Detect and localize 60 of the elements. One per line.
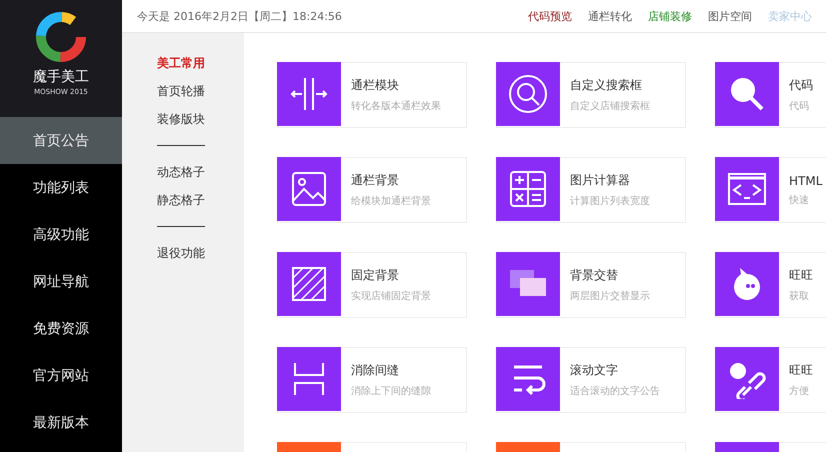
search-icon [508,74,548,114]
logo-icon [36,12,86,62]
feature-card[interactable]: 通栏模块 转化各版本通栏效果 [277,62,467,128]
sidebar-item[interactable]: 功能列表 [0,164,122,211]
card-title: 旺旺 [789,267,813,284]
card-title: 自定义搜索框 [570,77,643,94]
subnav-link[interactable]: 退役功能 [157,239,244,267]
card-title: 通栏模块 [351,77,400,94]
date-text: 今天是 2016年2月2日【周二】18:24:56 [137,8,342,24]
card-description: 代码 [789,100,810,113]
card-title: 背景交替 [570,267,619,284]
feature-card[interactable]: 旺旺 获取 [715,252,826,318]
sidebar-item[interactable]: 官方网站 [0,352,122,399]
card-title: 滚动文字 [570,362,619,379]
top-link[interactable]: 代码预览 [528,8,572,24]
subnav-link[interactable]: 动态格子 [157,158,244,186]
feature-card[interactable]: 固定背景 实现店铺固定背景 [277,252,467,318]
feature-card[interactable]: 旺旺 方便 [715,347,826,413]
sidebar-item[interactable]: 网址导航 [0,258,122,305]
subnav-link[interactable]: 首页轮播 [157,77,244,105]
card-description: 实现店铺固定背景 [351,290,431,303]
feature-card[interactable]: HTML 快速 [715,157,826,223]
image-icon [289,169,329,209]
feature-card[interactable]: 通栏背景 给模块加通栏背景 [277,157,467,223]
card-title: 图片计算器 [570,172,631,189]
subnav-link[interactable]: 美工常用 [157,49,244,77]
card-description: 自定义店铺搜索框 [570,100,650,113]
card-title: 固定背景 [351,267,400,284]
card-description: 获取 [789,290,810,303]
subnav-link[interactable]: 静态格子 [157,186,244,214]
card-description: 适合滚动的文字公告 [570,384,660,398]
feature-card[interactable]: 代码 代码 [715,62,826,128]
feature-card[interactable]: 图片计算器 计算图片列表宽度 [496,157,686,223]
card-description: 两层图片交替显示 [570,290,650,303]
card-description: 计算图片列表宽度 [570,194,650,208]
card-description: 给模块加通栏背景 [351,194,431,208]
feature-card[interactable]: 消除间缝 消除上下间的缝隙 [277,347,467,413]
calculator-icon [508,169,548,209]
top-link[interactable]: 店铺装修 [648,8,692,24]
subnav-link[interactable]: 装修版块 [157,105,244,133]
card-description: 消除上下间的缝隙 [351,384,431,398]
logo-title: 魔手美工 [33,68,89,86]
card-title: 消除间缝 [351,362,400,379]
card-description: 快速 [789,194,810,206]
sidebar-item[interactable]: 首页公告 [0,117,122,164]
sidebar-item[interactable]: 免费资源 [0,305,122,352]
hatched-square-icon [289,264,329,304]
card-title: 旺旺 [789,362,813,379]
card-description: 转化各版本通栏效果 [351,100,441,113]
top-link[interactable]: 图片空间 [708,8,752,24]
card-description: 方便 [789,384,810,398]
feature-card[interactable]: 背景交替 两层图片交替显示 [496,252,686,318]
feature-card[interactable]: 滚动文字 适合滚动的文字公告 [496,347,686,413]
card-title: HTML [789,174,822,188]
card-title: 通栏背景 [351,172,400,189]
feature-card[interactable]: 自定义搜索框 自定义店铺搜索框 [496,62,686,128]
sidebar-item[interactable]: 最新版本 [0,399,122,446]
card-title: 代码 [789,77,813,94]
top-link[interactable]: 通栏转化 [588,8,632,24]
sidebar-item[interactable]: 高级功能 [0,211,122,258]
